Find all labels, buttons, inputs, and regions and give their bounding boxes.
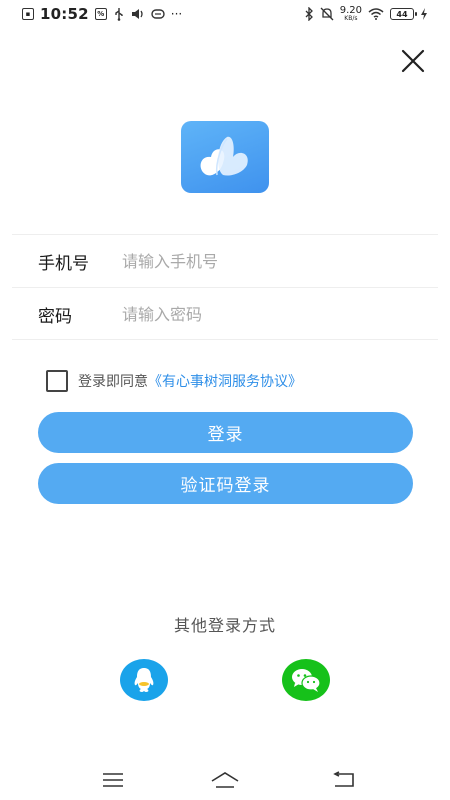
login-button[interactable]: 登录 bbox=[38, 412, 413, 453]
usb-icon bbox=[113, 7, 125, 21]
more-notifications-icon: ··· bbox=[170, 7, 183, 21]
wechat-circle bbox=[282, 659, 330, 701]
battery-level: 44 bbox=[396, 9, 408, 19]
divider-bottom bbox=[12, 339, 438, 340]
mute-icon bbox=[320, 7, 334, 21]
status-time: 10:52 bbox=[40, 5, 89, 23]
qq-icon bbox=[134, 668, 154, 692]
wifi-icon bbox=[368, 8, 384, 20]
battery-icon: 44 bbox=[390, 8, 417, 20]
app-logo bbox=[181, 121, 269, 193]
password-row: 密码 bbox=[0, 288, 450, 340]
close-button[interactable] bbox=[396, 44, 430, 78]
agreement-text: 登录即同意 bbox=[78, 374, 148, 390]
status-left: ▪ 10:52 % ··· bbox=[22, 5, 182, 23]
nav-home-button[interactable] bbox=[209, 768, 241, 792]
wechat-icon bbox=[292, 669, 321, 692]
phone-input[interactable] bbox=[122, 243, 422, 279]
wechat-login-button[interactable] bbox=[281, 659, 331, 701]
sim-icon: ▪ bbox=[22, 8, 34, 20]
app-notification-icon: % bbox=[94, 8, 107, 20]
agreement-row: 登录即同意 《有心事树洞服务协议》 bbox=[46, 369, 302, 393]
system-nav-bar bbox=[0, 760, 450, 800]
menu-icon bbox=[103, 773, 123, 787]
heart-leaves-icon bbox=[200, 136, 248, 176]
back-icon bbox=[333, 771, 354, 787]
home-icon bbox=[211, 772, 239, 788]
password-label: 密码 bbox=[38, 306, 72, 327]
qq-circle bbox=[120, 659, 168, 701]
sound-icon bbox=[131, 8, 145, 20]
close-icon bbox=[401, 49, 425, 73]
bluetooth-icon bbox=[304, 7, 314, 21]
agreement-link[interactable]: 《有心事树洞服务协议》 bbox=[148, 371, 302, 391]
phone-label: 手机号 bbox=[38, 253, 89, 274]
sms-login-button[interactable]: 验证码登录 bbox=[38, 463, 413, 504]
other-login-title: 其他登录方式 bbox=[173, 616, 276, 635]
network-speed: 9.20 KB/s bbox=[340, 6, 362, 22]
nav-back-button[interactable] bbox=[328, 768, 360, 792]
phone-row: 手机号 bbox=[0, 235, 450, 287]
status-right: 9.20 KB/s 44 bbox=[304, 6, 428, 22]
agreement-checkbox[interactable] bbox=[46, 370, 68, 392]
password-input[interactable] bbox=[122, 296, 422, 332]
network-speed-unit: KB/s bbox=[344, 15, 358, 22]
nav-menu-button[interactable] bbox=[97, 768, 129, 792]
status-bar: ▪ 10:52 % ··· 9.20 KB/s 44 bbox=[0, 0, 450, 28]
qq-login-button[interactable] bbox=[119, 659, 169, 701]
message-icon bbox=[151, 8, 165, 20]
charging-icon bbox=[420, 8, 428, 20]
